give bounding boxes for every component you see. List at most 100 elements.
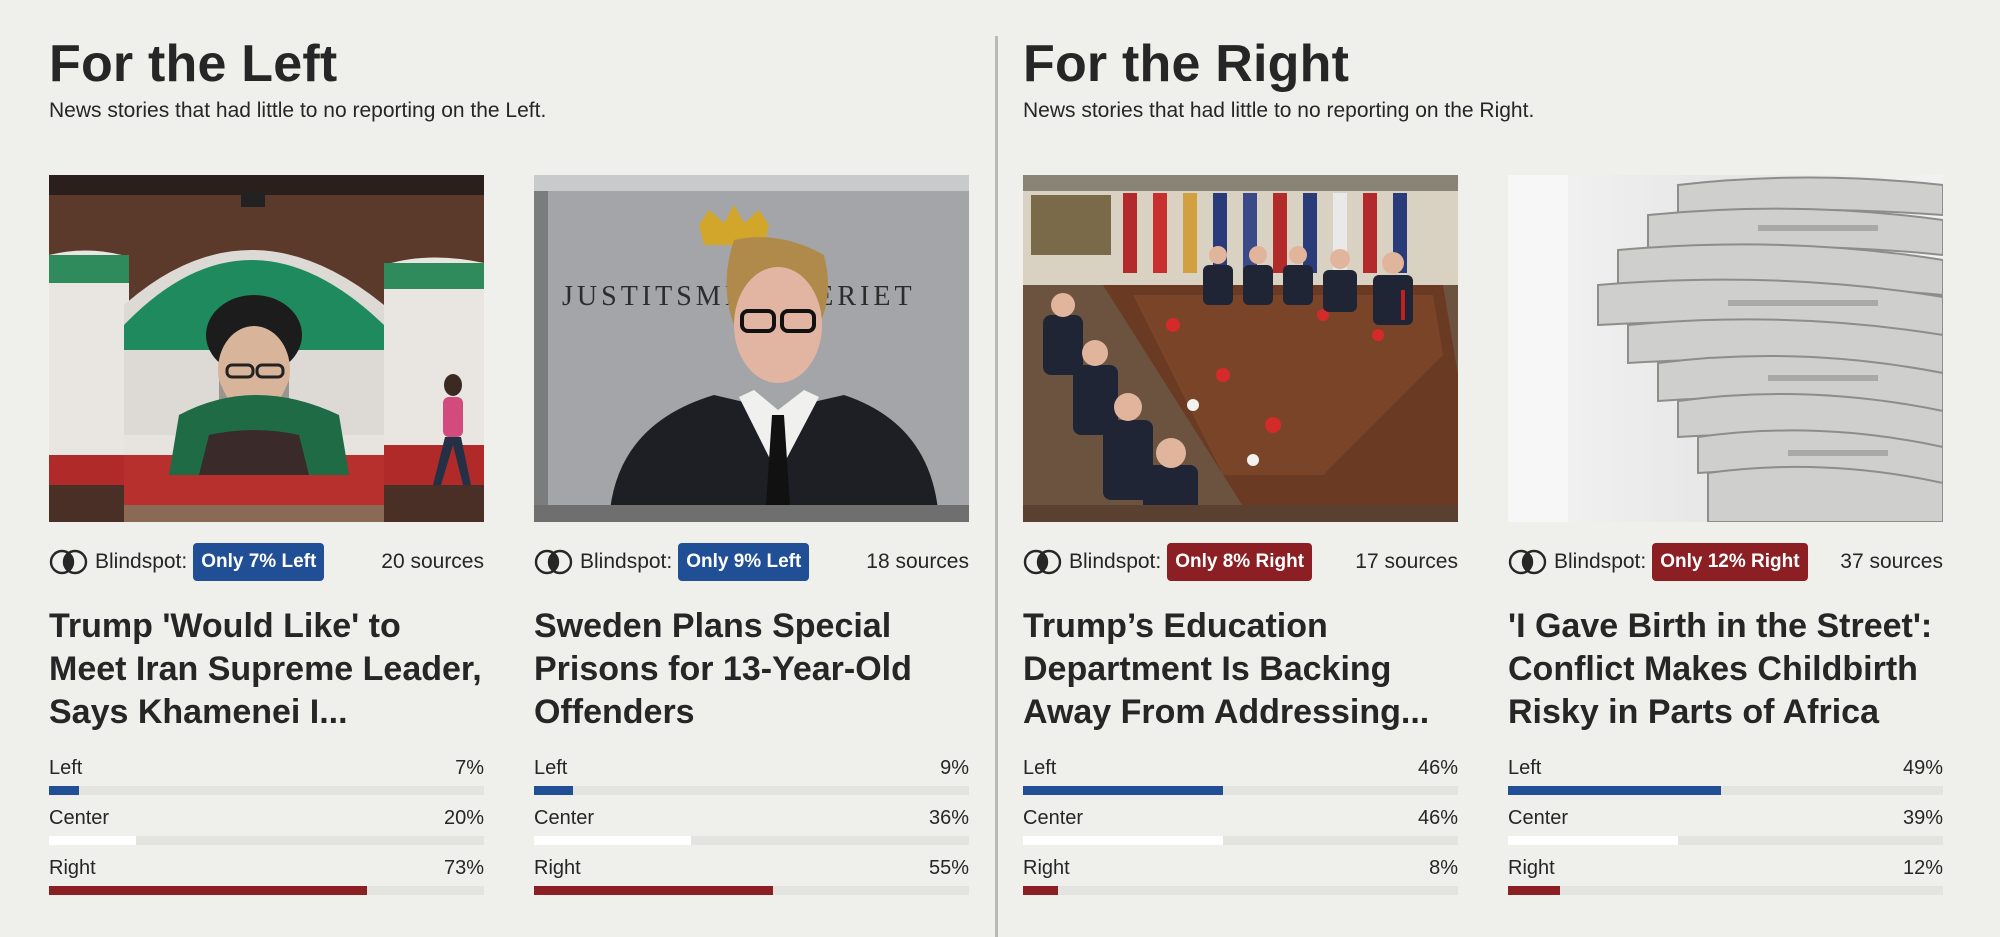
story-thumbnail[interactable] (1023, 175, 1458, 522)
bias-row-left: Left 9% (534, 755, 969, 805)
bias-bar-fill-left (534, 786, 574, 795)
bias-bar-track (49, 886, 484, 895)
bias-bar-track (1508, 786, 1943, 795)
section-title: For the Right (1023, 35, 1350, 93)
story-headline[interactable]: Trump’s Education Department Is Backing … (1023, 605, 1458, 734)
blindspot-icon (49, 549, 88, 575)
bias-bar-fill-right (1023, 886, 1058, 895)
source-count[interactable]: 20 sources (381, 550, 484, 574)
section-subtitle: News stories that had little to no repor… (1023, 99, 1535, 122)
blindspot-meta: Blindspot: Only 7% Left 20 sources (49, 542, 484, 582)
bias-bar-fill-center (534, 836, 691, 845)
section-divider (995, 36, 998, 937)
bias-distribution: Left 7% Center 20% Right 73% (49, 755, 484, 905)
bias-percent: 49% (1902, 757, 1943, 779)
blindspot-badge[interactable]: Only 7% Left (193, 543, 325, 581)
bias-row-center: Center 20% (49, 805, 484, 855)
bias-distribution: Left 46% Center 46% Right 8% (1023, 755, 1458, 905)
bias-percent: 46% (1417, 807, 1458, 829)
bias-row-right: Right 8% (1023, 855, 1458, 905)
bias-bar-fill-right (49, 886, 367, 895)
bias-row-center: Center 36% (534, 805, 969, 855)
bias-percent: 36% (928, 807, 969, 829)
bias-percent: 46% (1417, 757, 1458, 779)
bias-bar-fill-left (49, 786, 80, 795)
bias-row-left: Left 46% (1023, 755, 1458, 805)
source-count[interactable]: 18 sources (866, 550, 969, 574)
bias-percent: 9% (940, 757, 969, 779)
blindspot-meta: Blindspot: Only 8% Right 17 sources (1023, 542, 1458, 582)
bias-bar-fill-left (1023, 786, 1224, 795)
blindspot-badge[interactable]: Only 8% Right (1167, 543, 1313, 581)
blindspot-badge[interactable]: Only 9% Left (678, 543, 810, 581)
bias-bar-track (534, 886, 969, 895)
story-headline[interactable]: 'I Gave Birth in the Street': Conflict M… (1508, 605, 1943, 734)
bias-bar-track (1023, 836, 1458, 845)
section-title: For the Left (49, 35, 338, 93)
blindspot-icon (534, 549, 573, 575)
bias-label: Center (49, 807, 110, 829)
section-for-the-left: For the Left News stories that had littl… (49, 0, 969, 937)
blindspot-label: Blindspot: (1069, 550, 1162, 573)
bias-label: Right (1508, 857, 1555, 879)
bias-label: Right (534, 857, 581, 879)
story-headline[interactable]: Sweden Plans Special Prisons for 13-Year… (534, 605, 969, 734)
bias-bar-fill-left (1508, 786, 1722, 795)
blindspot-icon (1508, 549, 1547, 575)
bias-bar-fill-right (534, 886, 774, 895)
bias-percent: 12% (1902, 857, 1943, 879)
section-subtitle: News stories that had little to no repor… (49, 99, 547, 122)
story-headline[interactable]: Trump 'Would Like' to Meet Iran Supreme … (49, 605, 484, 734)
bias-percent: 39% (1902, 807, 1943, 829)
bias-label: Left (1508, 757, 1542, 779)
bias-percent: 7% (455, 757, 484, 779)
bias-bar-track (49, 836, 484, 845)
story-card[interactable]: Blindspot: Only 8% Right 17 sources Trum… (1023, 175, 1458, 895)
bias-percent: 73% (443, 857, 484, 879)
bias-bar-track (1023, 886, 1458, 895)
bias-label: Left (1023, 757, 1057, 779)
blindspot-badge[interactable]: Only 12% Right (1652, 543, 1808, 581)
bias-row-right: Right 12% (1508, 855, 1943, 905)
bias-bar-track (534, 836, 969, 845)
bias-bar-track (1023, 786, 1458, 795)
blindspot-label: Blindspot: (1554, 550, 1647, 573)
bias-bar-track (49, 786, 484, 795)
bias-label: Center (534, 807, 595, 829)
story-card[interactable]: Blindspot: Only 12% Right 37 sources 'I … (1508, 175, 1943, 895)
source-count[interactable]: 37 sources (1840, 550, 1943, 574)
bias-row-center: Center 39% (1508, 805, 1943, 855)
blindspot-meta: Blindspot: Only 9% Left 18 sources (534, 542, 969, 582)
justice-minister-image: JUSTITSMINISTERIET (534, 175, 969, 522)
bias-label: Center (1508, 807, 1569, 829)
newspaper-stack-image (1508, 175, 1943, 522)
bias-row-left: Left 7% (49, 755, 484, 805)
bias-row-left: Left 49% (1508, 755, 1943, 805)
bias-bar-track (1508, 836, 1943, 845)
bias-bar-fill-center (1508, 836, 1678, 845)
story-card[interactable]: Blindspot: Only 7% Left 20 sources Trump… (49, 175, 484, 895)
story-thumbnail[interactable] (49, 175, 484, 522)
blindspot-label: Blindspot: (95, 550, 188, 573)
story-card[interactable]: JUSTITSMINISTERIET Blindspot: Only 9% Le… (534, 175, 969, 895)
source-count[interactable]: 17 sources (1355, 550, 1458, 574)
bias-bar-fill-center (1023, 836, 1224, 845)
blindspot-icon (1023, 549, 1062, 575)
story-thumbnail[interactable]: JUSTITSMINISTERIET (534, 175, 969, 522)
bias-percent: 55% (928, 857, 969, 879)
section-for-the-right: For the Right News stories that had litt… (1023, 0, 1943, 937)
cabinet-meeting-image (1023, 175, 1458, 522)
bias-bar-fill-center (49, 836, 136, 845)
story-thumbnail[interactable] (1508, 175, 1943, 522)
bias-label: Center (1023, 807, 1084, 829)
bias-bar-track (534, 786, 969, 795)
bias-distribution: Left 9% Center 36% Right 55% (534, 755, 969, 905)
bias-bar-fill-right (1508, 886, 1561, 895)
bias-label: Left (534, 757, 568, 779)
bias-row-right: Right 55% (534, 855, 969, 905)
blindspot-meta: Blindspot: Only 12% Right 37 sources (1508, 542, 1943, 582)
bias-row-right: Right 73% (49, 855, 484, 905)
bias-row-center: Center 46% (1023, 805, 1458, 855)
bias-label: Left (49, 757, 83, 779)
bias-percent: 20% (443, 807, 484, 829)
